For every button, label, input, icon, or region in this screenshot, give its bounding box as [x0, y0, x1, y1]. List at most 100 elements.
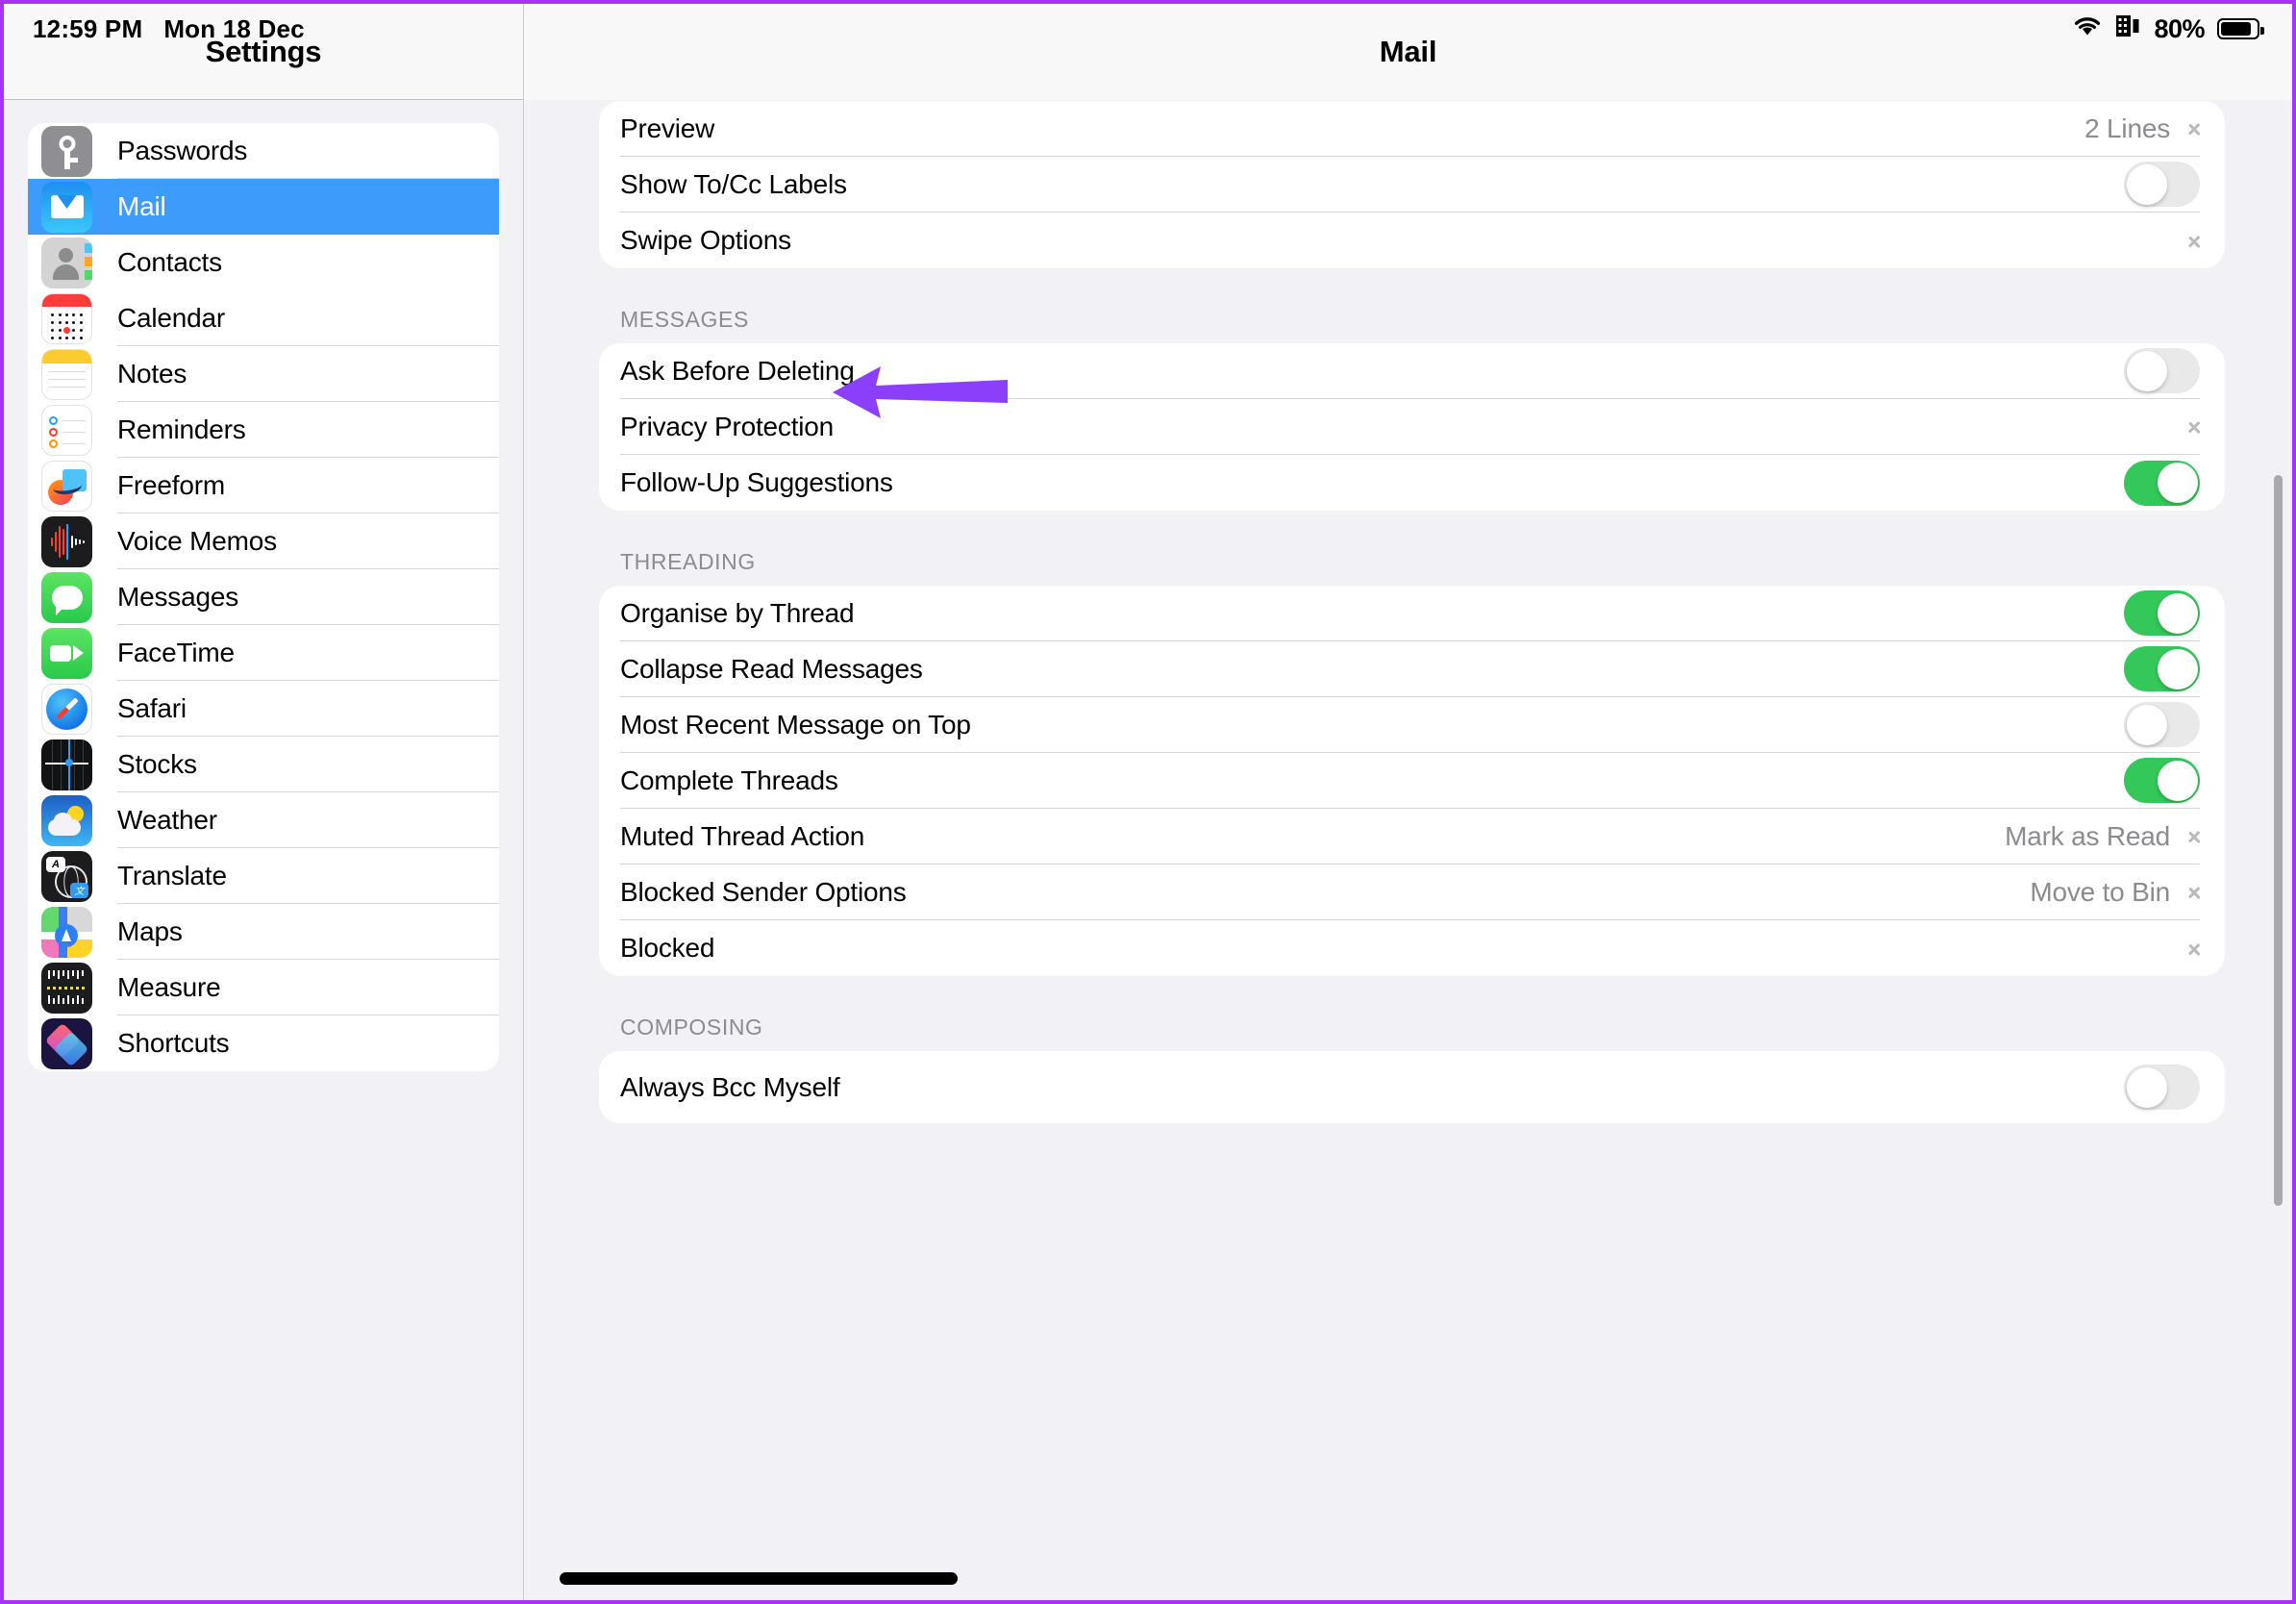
sidebar-list: Passwords Mail Contacts Calendar Notes R… — [28, 123, 499, 1071]
battery-icon — [2217, 18, 2264, 39]
sidebar-item-label: Reminders — [117, 402, 499, 458]
battery-percent: 80% — [2154, 13, 2205, 43]
row-most-recent-message-on-top[interactable]: Most Recent Message on Top — [599, 697, 2225, 753]
settings-group-general: Preview 2 Lines Show To/Cc Labels Swipe … — [599, 101, 2225, 268]
sidebar-item-label: Mail — [117, 190, 166, 221]
sidebar-item-shortcuts[interactable]: Shortcuts — [28, 1015, 499, 1071]
row-label: Blocked — [620, 933, 715, 963]
toggle-organise-by-thread[interactable] — [2124, 590, 2200, 636]
row-preview[interactable]: Preview 2 Lines — [599, 101, 2225, 157]
row-label: Swipe Options — [620, 225, 791, 255]
settings-group-threading: THREADING Organise by Thread Collapse Re… — [599, 511, 2225, 976]
weather-icon — [41, 794, 92, 846]
sidebar-item-label: Shortcuts — [117, 1027, 230, 1058]
settings-card: Always Bcc Myself — [599, 1051, 2225, 1123]
sidebar-item-label: Calendar — [117, 290, 499, 346]
chevron-right-icon — [2187, 117, 2200, 139]
settings-card: Organise by Thread Collapse Read Message… — [599, 586, 2225, 976]
row-label: Organise by Thread — [620, 597, 855, 628]
row-label: Preview — [620, 113, 715, 143]
sidebar-item-label: Measure — [117, 960, 499, 1015]
toggle-show-to-cc-labels[interactable] — [2124, 162, 2200, 207]
row-show-to-cc-labels[interactable]: Show To/Cc Labels — [599, 157, 2225, 213]
vertical-scrollbar[interactable] — [2274, 475, 2283, 1206]
sidebar-item-maps[interactable]: Maps — [28, 904, 499, 960]
chevron-right-icon — [2187, 230, 2200, 252]
sidebar-item-translate[interactable]: A文 Translate — [28, 848, 499, 904]
home-indicator — [560, 1572, 958, 1585]
sidebar-item-passwords[interactable]: Passwords — [28, 123, 499, 179]
row-label: Always Bcc Myself — [620, 1071, 840, 1102]
sidebar-item-voice-memos[interactable]: Voice Memos — [28, 514, 499, 569]
sidebar-item-label: Notes — [117, 346, 499, 402]
stocks-icon — [41, 739, 92, 790]
sidebar-item-facetime[interactable]: FaceTime — [28, 625, 499, 681]
row-value: Move to Bin — [2030, 876, 2170, 907]
row-always-bcc-myself[interactable]: Always Bcc Myself — [599, 1051, 2225, 1123]
sidebar-item-safari[interactable]: Safari — [28, 681, 499, 737]
sidebar-item-label: Freeform — [117, 458, 499, 514]
settings-card: Ask Before Deleting Privacy Protection F… — [599, 343, 2225, 511]
sidebar-item-weather[interactable]: Weather — [28, 792, 499, 848]
row-swipe-options[interactable]: Swipe Options — [599, 213, 2225, 268]
sidebar-scroll-area[interactable]: Passwords Mail Contacts Calendar Notes R… — [4, 101, 523, 1600]
row-label: Blocked Sender Options — [620, 876, 907, 907]
sidebar-item-label: Translate — [117, 848, 499, 904]
settings-group-composing: COMPOSING Always Bcc Myself — [599, 976, 2225, 1123]
calendar-icon — [41, 292, 92, 344]
toggle-always-bcc-myself[interactable] — [2124, 1065, 2200, 1110]
row-value: 2 Lines — [2084, 113, 2170, 143]
row-privacy-protection[interactable]: Privacy Protection — [599, 399, 2225, 455]
sidebar-item-label: Weather — [117, 792, 499, 848]
sidebar-item-calendar[interactable]: Calendar — [28, 290, 499, 346]
translate-icon: A文 — [41, 850, 92, 902]
messages-icon — [41, 571, 92, 623]
chevron-right-icon — [2187, 938, 2200, 960]
group-header: MESSAGES — [620, 307, 749, 332]
sidebar-item-measure[interactable]: Measure — [28, 960, 499, 1015]
row-label: Privacy Protection — [620, 411, 835, 441]
sidebar-item-messages[interactable]: Messages — [28, 569, 499, 625]
row-collapse-read-messages[interactable]: Collapse Read Messages — [599, 641, 2225, 697]
toggle-ask-before-deleting[interactable] — [2124, 348, 2200, 393]
group-header: THREADING — [620, 549, 756, 574]
row-organise-by-thread[interactable]: Organise by Thread — [599, 586, 2225, 641]
row-label: Show To/Cc Labels — [620, 168, 847, 199]
toggle-collapse-read-messages[interactable] — [2124, 646, 2200, 691]
sidebar-item-label: Maps — [117, 904, 499, 960]
sidebar-item-mail[interactable]: Mail — [28, 179, 499, 235]
row-label: Complete Threads — [620, 764, 838, 795]
row-complete-threads[interactable]: Complete Threads — [599, 753, 2225, 809]
row-label: Follow-Up Suggestions — [620, 467, 893, 497]
chevron-right-icon — [2187, 415, 2200, 438]
wifi-icon — [2072, 14, 2103, 44]
chevron-right-icon — [2187, 825, 2200, 847]
sidebar-item-label: Messages — [117, 569, 499, 625]
chevron-right-icon — [2187, 881, 2200, 903]
row-label: Muted Thread Action — [620, 820, 865, 851]
measure-icon — [41, 962, 92, 1014]
mail-icon — [41, 181, 92, 233]
row-blocked-sender-options[interactable]: Blocked Sender Options Move to Bin — [599, 865, 2225, 920]
contacts-icon — [41, 237, 92, 288]
row-muted-thread-action[interactable]: Muted Thread Action Mark as Read — [599, 809, 2225, 865]
row-ask-before-deleting[interactable]: Ask Before Deleting — [599, 343, 2225, 399]
sidebar-item-stocks[interactable]: Stocks — [28, 737, 499, 792]
group-header: COMPOSING — [620, 1015, 763, 1040]
row-value: Mark as Read — [2005, 820, 2170, 851]
ipad-settings-screen: 12:59 PM Mon 18 Dec 80% Settings Passwor… — [0, 0, 2296, 1604]
toggle-follow-up-suggestions[interactable] — [2124, 460, 2200, 506]
settings-scroll-area[interactable]: Preview 2 Lines Show To/Cc Labels Swipe … — [524, 101, 2292, 1600]
status-bar: 12:59 PM Mon 18 Dec 80% — [4, 4, 2292, 54]
sidebar-item-freeform[interactable]: Freeform — [28, 458, 499, 514]
row-label: Most Recent Message on Top — [620, 709, 971, 739]
row-blocked[interactable]: Blocked — [599, 920, 2225, 976]
toggle-complete-threads[interactable] — [2124, 758, 2200, 803]
toggle-most-recent-message-on-top[interactable] — [2124, 702, 2200, 747]
sidebar-item-contacts[interactable]: Contacts — [28, 235, 499, 290]
sidebar-item-reminders[interactable]: Reminders — [28, 402, 499, 458]
sidebar-item-notes[interactable]: Notes — [28, 346, 499, 402]
reminders-icon — [41, 404, 92, 456]
row-follow-up-suggestions[interactable]: Follow-Up Suggestions — [599, 455, 2225, 511]
facetime-icon — [41, 627, 92, 679]
